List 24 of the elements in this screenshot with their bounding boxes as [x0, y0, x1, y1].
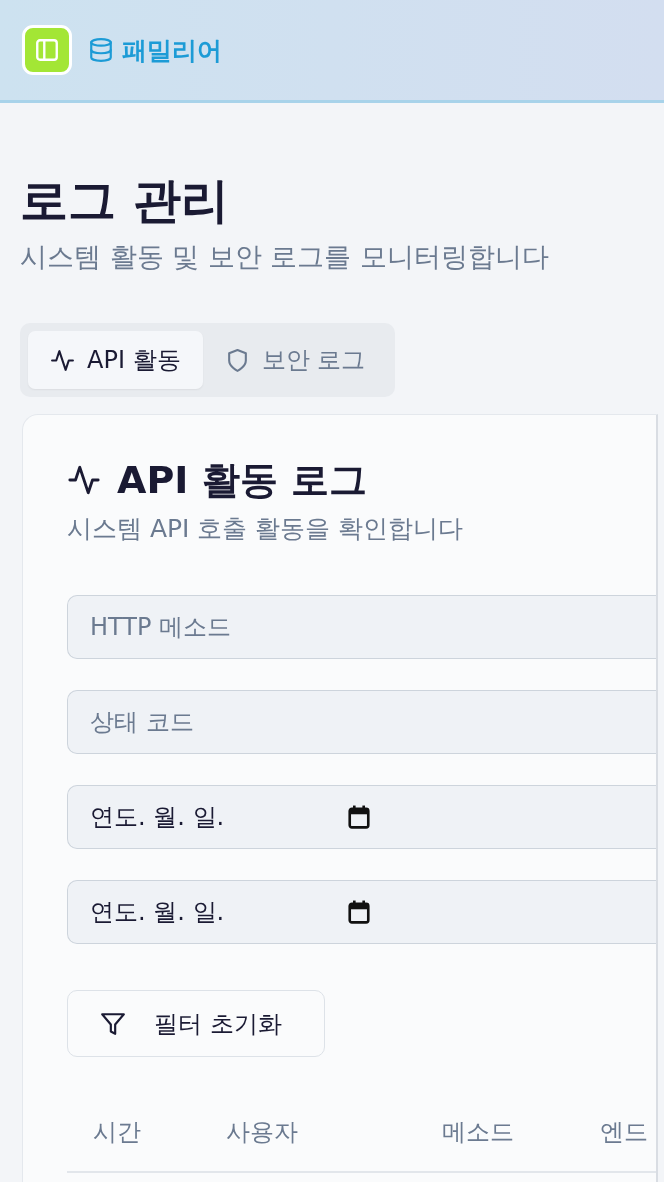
column-header: 메소드	[442, 1117, 514, 1148]
brand-name: 패밀리어	[122, 34, 222, 67]
column-header: 시간	[93, 1117, 141, 1148]
column-header: 사용자	[226, 1117, 298, 1148]
tab[interactable]: 보안 로그	[202, 331, 388, 389]
method-field[interactable]: HTTP 메소드	[67, 595, 656, 659]
calendar-icon	[348, 805, 370, 829]
page-title: 로그 관리	[20, 171, 229, 229]
date-field[interactable]: 연도. 월. 일.	[67, 785, 656, 849]
calendar-icon	[348, 900, 370, 924]
page-subtitle: 시스템 활동 및 보안 로그를 모니터링합니다	[20, 240, 549, 274]
reset-filter-button[interactable]: 필터 초기화	[67, 990, 325, 1057]
tab[interactable]: API 활동	[28, 331, 203, 389]
card-title: API 활동 로그	[117, 457, 367, 503]
activity-icon	[67, 463, 101, 497]
sidebar-toggle-button[interactable]	[22, 25, 72, 75]
card-subtitle: 시스템 API 호출 활동을 확인합니다	[67, 513, 465, 545]
status-code-field[interactable]: 상태 코드	[67, 690, 656, 754]
date-field[interactable]: 연도. 월. 일.	[67, 880, 656, 944]
panel-icon	[34, 37, 60, 63]
column-header: 엔드	[600, 1117, 648, 1148]
database-icon	[88, 37, 114, 63]
activity-icon	[50, 347, 75, 373]
filter-icon	[100, 1010, 126, 1037]
